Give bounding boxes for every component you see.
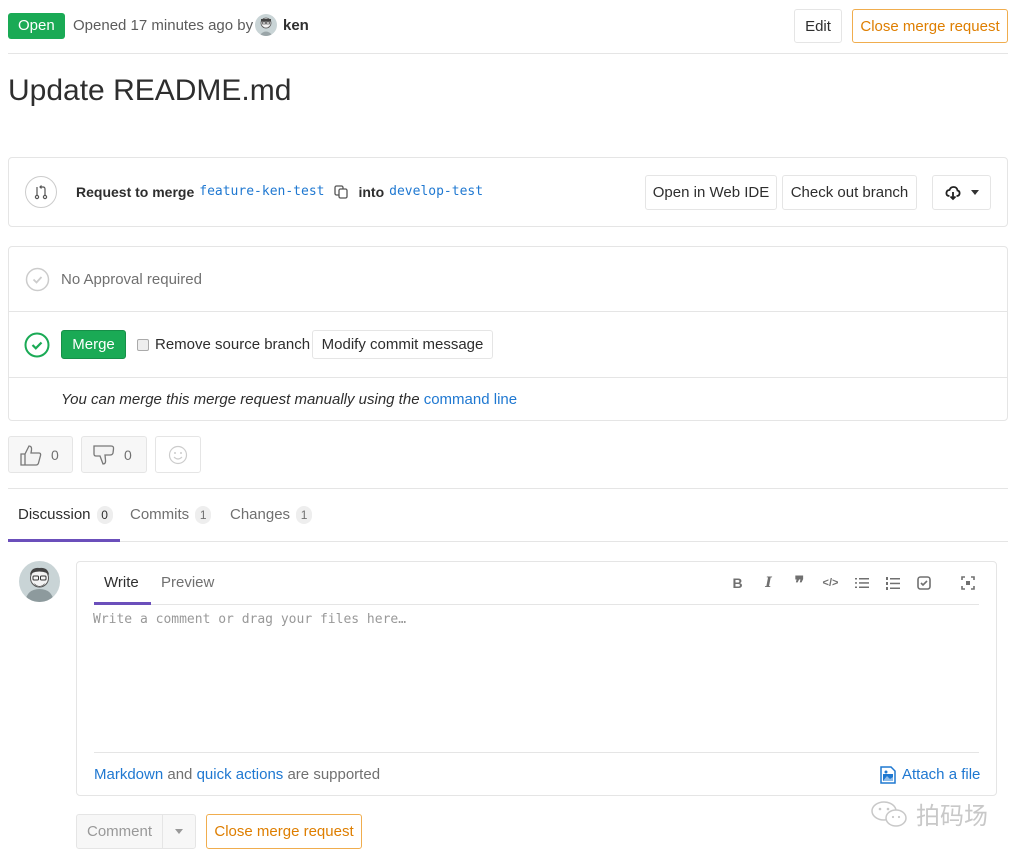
check-out-branch-button[interactable]: Check out branch bbox=[782, 175, 917, 210]
divider bbox=[8, 541, 1008, 542]
tab-count: 1 bbox=[296, 506, 313, 524]
download-dropdown-button[interactable] bbox=[932, 175, 991, 210]
divider bbox=[94, 604, 979, 605]
divider bbox=[8, 53, 1008, 54]
thumbs-up-icon bbox=[20, 444, 42, 466]
author-name[interactable]: ken bbox=[283, 16, 309, 36]
quote-icon[interactable]: ❞ bbox=[784, 572, 815, 594]
image-file-icon bbox=[880, 766, 896, 784]
markdown-hint: Markdown and quick actions are supported bbox=[94, 765, 380, 785]
tab-count: 0 bbox=[96, 506, 113, 524]
task-list-icon[interactable] bbox=[908, 572, 939, 594]
remove-source-branch-checkbox[interactable]: Remove source branch bbox=[137, 335, 310, 355]
active-tab-indicator bbox=[8, 539, 120, 542]
approval-check-icon bbox=[25, 267, 50, 292]
write-tab[interactable]: Write bbox=[104, 573, 139, 593]
chevron-down-icon bbox=[175, 829, 183, 834]
add-reaction-button[interactable] bbox=[155, 436, 201, 473]
tab-discussion[interactable]: Discussion 0 bbox=[18, 505, 113, 525]
opened-text: Opened 17 minutes ago by bbox=[73, 17, 254, 34]
open-web-ide-button[interactable]: Open in Web IDE bbox=[645, 175, 777, 210]
smiley-icon bbox=[168, 445, 188, 464]
attach-file-label: Attach a file bbox=[902, 766, 981, 783]
close-merge-request-button-bottom[interactable]: Close merge request bbox=[206, 814, 362, 849]
watermark-text: 拍码场 bbox=[916, 802, 988, 830]
preview-tab[interactable]: Preview bbox=[161, 573, 214, 593]
supported-text: are supported bbox=[287, 766, 381, 783]
attach-file-button[interactable]: Attach a file bbox=[880, 765, 980, 785]
numbered-list-icon[interactable] bbox=[877, 572, 908, 594]
divider bbox=[94, 752, 979, 753]
code-icon[interactable]: </> bbox=[815, 572, 846, 594]
branch-info: Request to merge feature-ken-test into d… bbox=[76, 183, 483, 201]
divider bbox=[9, 311, 1007, 312]
comment-button[interactable]: Comment bbox=[77, 815, 163, 848]
manual-merge-hint: You can merge this merge request manuall… bbox=[61, 390, 517, 410]
fullscreen-icon[interactable] bbox=[955, 572, 981, 594]
active-editor-tab-indicator bbox=[94, 602, 151, 605]
thumbs-down-award-button[interactable]: 0 bbox=[81, 436, 147, 473]
divider bbox=[8, 488, 1008, 489]
tab-label: Changes bbox=[230, 506, 291, 523]
chevron-down-icon bbox=[970, 190, 979, 195]
comment-button-group: Comment bbox=[76, 814, 196, 849]
target-branch-link[interactable]: develop-test bbox=[389, 183, 483, 201]
page-title: Update README.md bbox=[8, 74, 292, 107]
tab-label: Commits bbox=[130, 506, 190, 523]
status-badge: Open bbox=[8, 13, 65, 39]
wechat-icon bbox=[871, 800, 907, 827]
thumbs-down-icon bbox=[93, 444, 115, 465]
thumbs-down-count: 0 bbox=[124, 446, 132, 463]
bold-icon[interactable]: B bbox=[722, 572, 753, 594]
into-label: into bbox=[358, 184, 385, 200]
approval-status: No Approval required bbox=[61, 271, 202, 288]
divider bbox=[9, 377, 1007, 378]
tab-count: 1 bbox=[195, 506, 212, 524]
tab-label: Discussion bbox=[18, 506, 91, 523]
markdown-toolbar: B I ❞ </> bbox=[722, 572, 939, 594]
command-line-link[interactable]: command line bbox=[424, 391, 517, 408]
current-user-avatar[interactable] bbox=[19, 561, 60, 602]
avatar-icon bbox=[25, 567, 54, 602]
bullet-list-icon[interactable] bbox=[846, 572, 877, 594]
remove-source-label: Remove source branch bbox=[155, 336, 311, 353]
edit-button[interactable]: Edit bbox=[794, 9, 842, 43]
author-avatar[interactable] bbox=[255, 14, 277, 36]
merge-button[interactable]: Merge bbox=[61, 330, 126, 359]
avatar-icon bbox=[259, 17, 273, 36]
comment-type-dropdown[interactable] bbox=[163, 815, 195, 848]
close-merge-request-button[interactable]: Close merge request bbox=[852, 9, 1008, 43]
watermark: 拍码场 bbox=[870, 796, 988, 831]
copy-icon[interactable] bbox=[333, 184, 349, 200]
italic-icon[interactable]: I bbox=[753, 572, 784, 594]
tab-changes[interactable]: Changes 1 bbox=[230, 505, 313, 525]
merge-ready-icon bbox=[24, 332, 50, 358]
and-text: and bbox=[167, 766, 193, 783]
merge-request-icon bbox=[25, 176, 57, 208]
markdown-link[interactable]: Markdown bbox=[94, 766, 163, 783]
checkbox[interactable] bbox=[137, 339, 149, 351]
cloud-download-icon bbox=[945, 185, 960, 200]
manual-merge-text: You can merge this merge request manuall… bbox=[61, 391, 420, 408]
comment-textarea[interactable] bbox=[93, 612, 979, 750]
quick-actions-link[interactable]: quick actions bbox=[197, 766, 284, 783]
tab-commits[interactable]: Commits 1 bbox=[130, 505, 212, 525]
request-label: Request to merge bbox=[76, 184, 195, 200]
thumbs-up-count: 0 bbox=[51, 446, 59, 463]
modify-commit-message-button[interactable]: Modify commit message bbox=[312, 330, 493, 359]
source-branch-link[interactable]: feature-ken-test bbox=[199, 183, 324, 201]
thumbs-up-award-button[interactable]: 0 bbox=[8, 436, 73, 473]
